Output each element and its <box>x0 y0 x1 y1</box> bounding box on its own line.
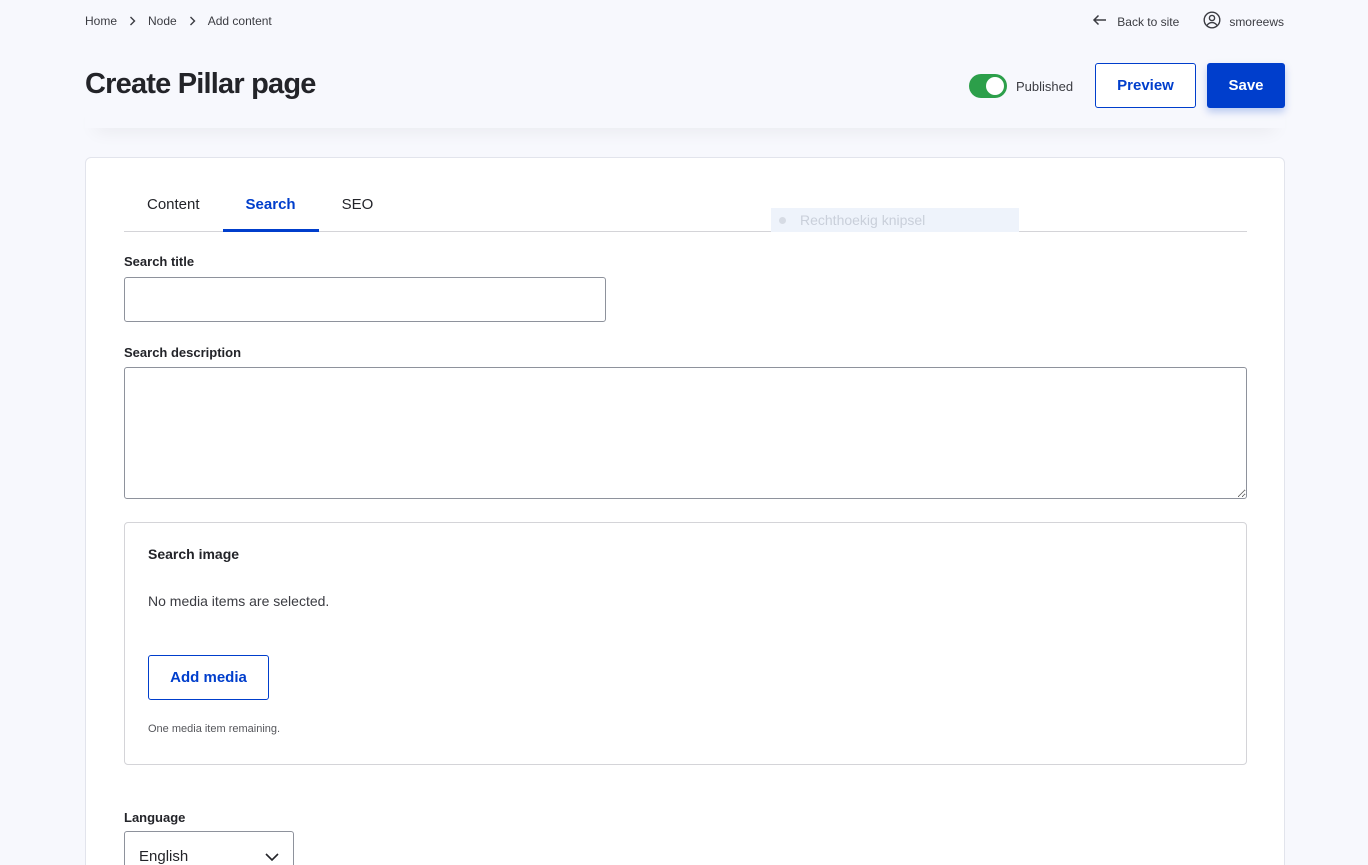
published-toggle-group: Published <box>969 74 1073 98</box>
search-image-title: Search image <box>148 546 240 562</box>
page-header: Home Node Add content Back to site smore… <box>0 0 1368 128</box>
form-tabs: Content Search SEO <box>124 182 1247 232</box>
tab-search[interactable]: Search <box>222 179 319 232</box>
tab-seo[interactable]: SEO <box>319 179 397 229</box>
breadcrumb-node[interactable]: Node <box>148 14 177 28</box>
snipping-overlay: Rechthoekig knipsel <box>771 208 1019 232</box>
edit-form-card: Content Search SEO Rechthoekig knipsel S… <box>85 157 1285 865</box>
search-title-input[interactable] <box>124 277 606 322</box>
header-shadow <box>85 96 1285 128</box>
dot-icon <box>779 216 786 224</box>
back-to-site-label: Back to site <box>1117 14 1180 29</box>
language-select-value: English <box>139 847 189 865</box>
chevron-right-icon <box>189 16 196 26</box>
user-menu[interactable]: smoreews <box>1203 11 1284 32</box>
search-description-textarea[interactable] <box>124 367 1247 499</box>
breadcrumb-add-content[interactable]: Add content <box>208 14 272 28</box>
language-select[interactable]: English <box>124 831 294 865</box>
toolbar-right: Back to site smoreews <box>1092 11 1284 32</box>
add-media-button[interactable]: Add media <box>148 655 269 700</box>
breadcrumb: Home Node Add content <box>85 13 272 29</box>
published-label: Published <box>1016 78 1074 94</box>
user-circle-icon <box>1203 11 1221 32</box>
breadcrumb-home[interactable]: Home <box>85 14 117 28</box>
chevron-down-icon <box>265 848 279 865</box>
snipping-overlay-label: Rechthoekig knipsel <box>800 212 926 228</box>
search-image-empty-text: No media items are selected. <box>148 593 330 609</box>
toggle-knob <box>986 77 1004 95</box>
chevron-right-icon <box>129 16 136 26</box>
published-toggle[interactable] <box>969 74 1007 98</box>
search-title-label: Search title <box>124 254 195 269</box>
tab-content[interactable]: Content <box>124 179 223 229</box>
search-image-fieldset: Search image No media items are selected… <box>124 522 1247 765</box>
back-to-site-link[interactable]: Back to site <box>1092 14 1179 29</box>
arrow-left-icon <box>1092 14 1107 29</box>
language-label: Language <box>124 810 186 825</box>
search-image-help-text: One media item remaining. <box>148 723 281 735</box>
user-name: smoreews <box>1229 14 1284 29</box>
search-description-label: Search description <box>124 345 242 360</box>
